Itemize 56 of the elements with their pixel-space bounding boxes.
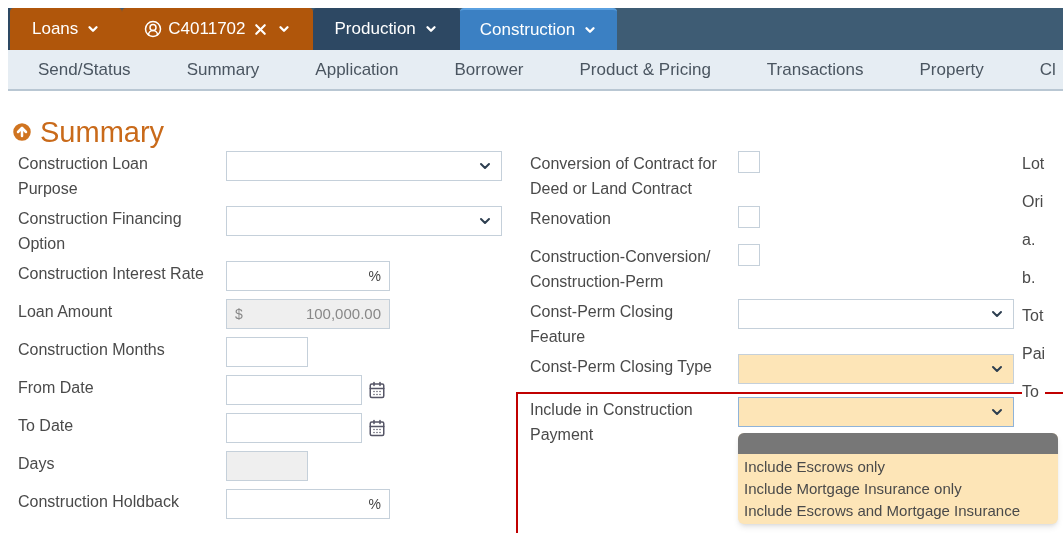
field-label: Construction-Conversion/ Construction-Perm [530, 247, 712, 292]
field-label: Construction Holdback [18, 492, 180, 512]
checkbox[interactable] [738, 151, 760, 173]
calendar-icon[interactable] [368, 419, 386, 437]
checkbox[interactable] [738, 206, 760, 228]
nav-link[interactable]: Cl [1039, 56, 1056, 83]
top-tab[interactable]: Loans [10, 8, 123, 50]
input-field[interactable]: % [226, 489, 390, 519]
section-title: Summary [40, 117, 165, 147]
field-label: To Date [18, 416, 75, 436]
field-label: Construction Months [18, 340, 166, 360]
nav-link[interactable]: Borrower [454, 56, 524, 83]
percent-suffix: % [368, 266, 381, 286]
field-value: 100,000.00 [305, 303, 381, 324]
nav-link[interactable]: Product & Pricing [579, 56, 711, 83]
field-label: From Date [18, 378, 95, 398]
date-field[interactable] [226, 375, 362, 405]
nav-link[interactable]: Transactions [766, 56, 864, 83]
select-field[interactable] [226, 206, 502, 236]
nav-link[interactable]: Application [315, 56, 399, 83]
user-icon [144, 20, 163, 38]
field-label: Construction Financing Option [18, 209, 183, 254]
date-field[interactable] [226, 413, 362, 443]
field-label: Days [18, 454, 56, 474]
tab-label: Production [334, 18, 416, 41]
nav-link[interactable]: Property [919, 56, 984, 83]
nav-link[interactable]: Summary [186, 56, 260, 83]
top-tab[interactable]: C4011702 [122, 8, 313, 50]
checkbox[interactable] [738, 244, 760, 266]
calendar-icon[interactable] [368, 381, 386, 399]
select-field[interactable] [226, 151, 502, 181]
field-label: Conversion of Contract for Deed or Land Contract [530, 154, 718, 199]
select-field[interactable] [738, 299, 1014, 329]
tab-label: C4011702 [168, 18, 246, 41]
dropdown-option[interactable]: Include Mortgage Insurance only [738, 478, 1058, 500]
field-label: Include in Construction Payment [530, 400, 694, 445]
field-label: Renovation [530, 209, 612, 229]
field-label: Loan Amount [18, 302, 114, 322]
nav-link[interactable]: Send/Status [38, 56, 131, 83]
select-field[interactable] [738, 397, 1014, 427]
currency-prefix: $ [235, 304, 243, 324]
input-field[interactable]: % [226, 261, 390, 291]
top-tab[interactable]: Production [312, 8, 460, 50]
field-label: Const-Perm Closing Feature [530, 302, 675, 347]
percent-suffix: % [368, 494, 381, 514]
field-label: Const-Perm Closing Type [530, 357, 713, 377]
collapse-icon[interactable] [10, 120, 34, 144]
field-label: Construction Interest Rate [18, 264, 205, 284]
dropdown-option[interactable]: Include Escrows only [738, 456, 1058, 478]
top-tab[interactable]: Construction [459, 8, 618, 50]
tab-label: Construction [479, 19, 576, 42]
dropdown-option[interactable]: Include Escrows and Mortgage Insurance [738, 500, 1058, 522]
tab-label: Loans [32, 18, 79, 41]
input-field[interactable] [226, 337, 308, 367]
field-label: Construction Loan Purpose [18, 154, 149, 199]
select-field[interactable] [738, 354, 1014, 384]
